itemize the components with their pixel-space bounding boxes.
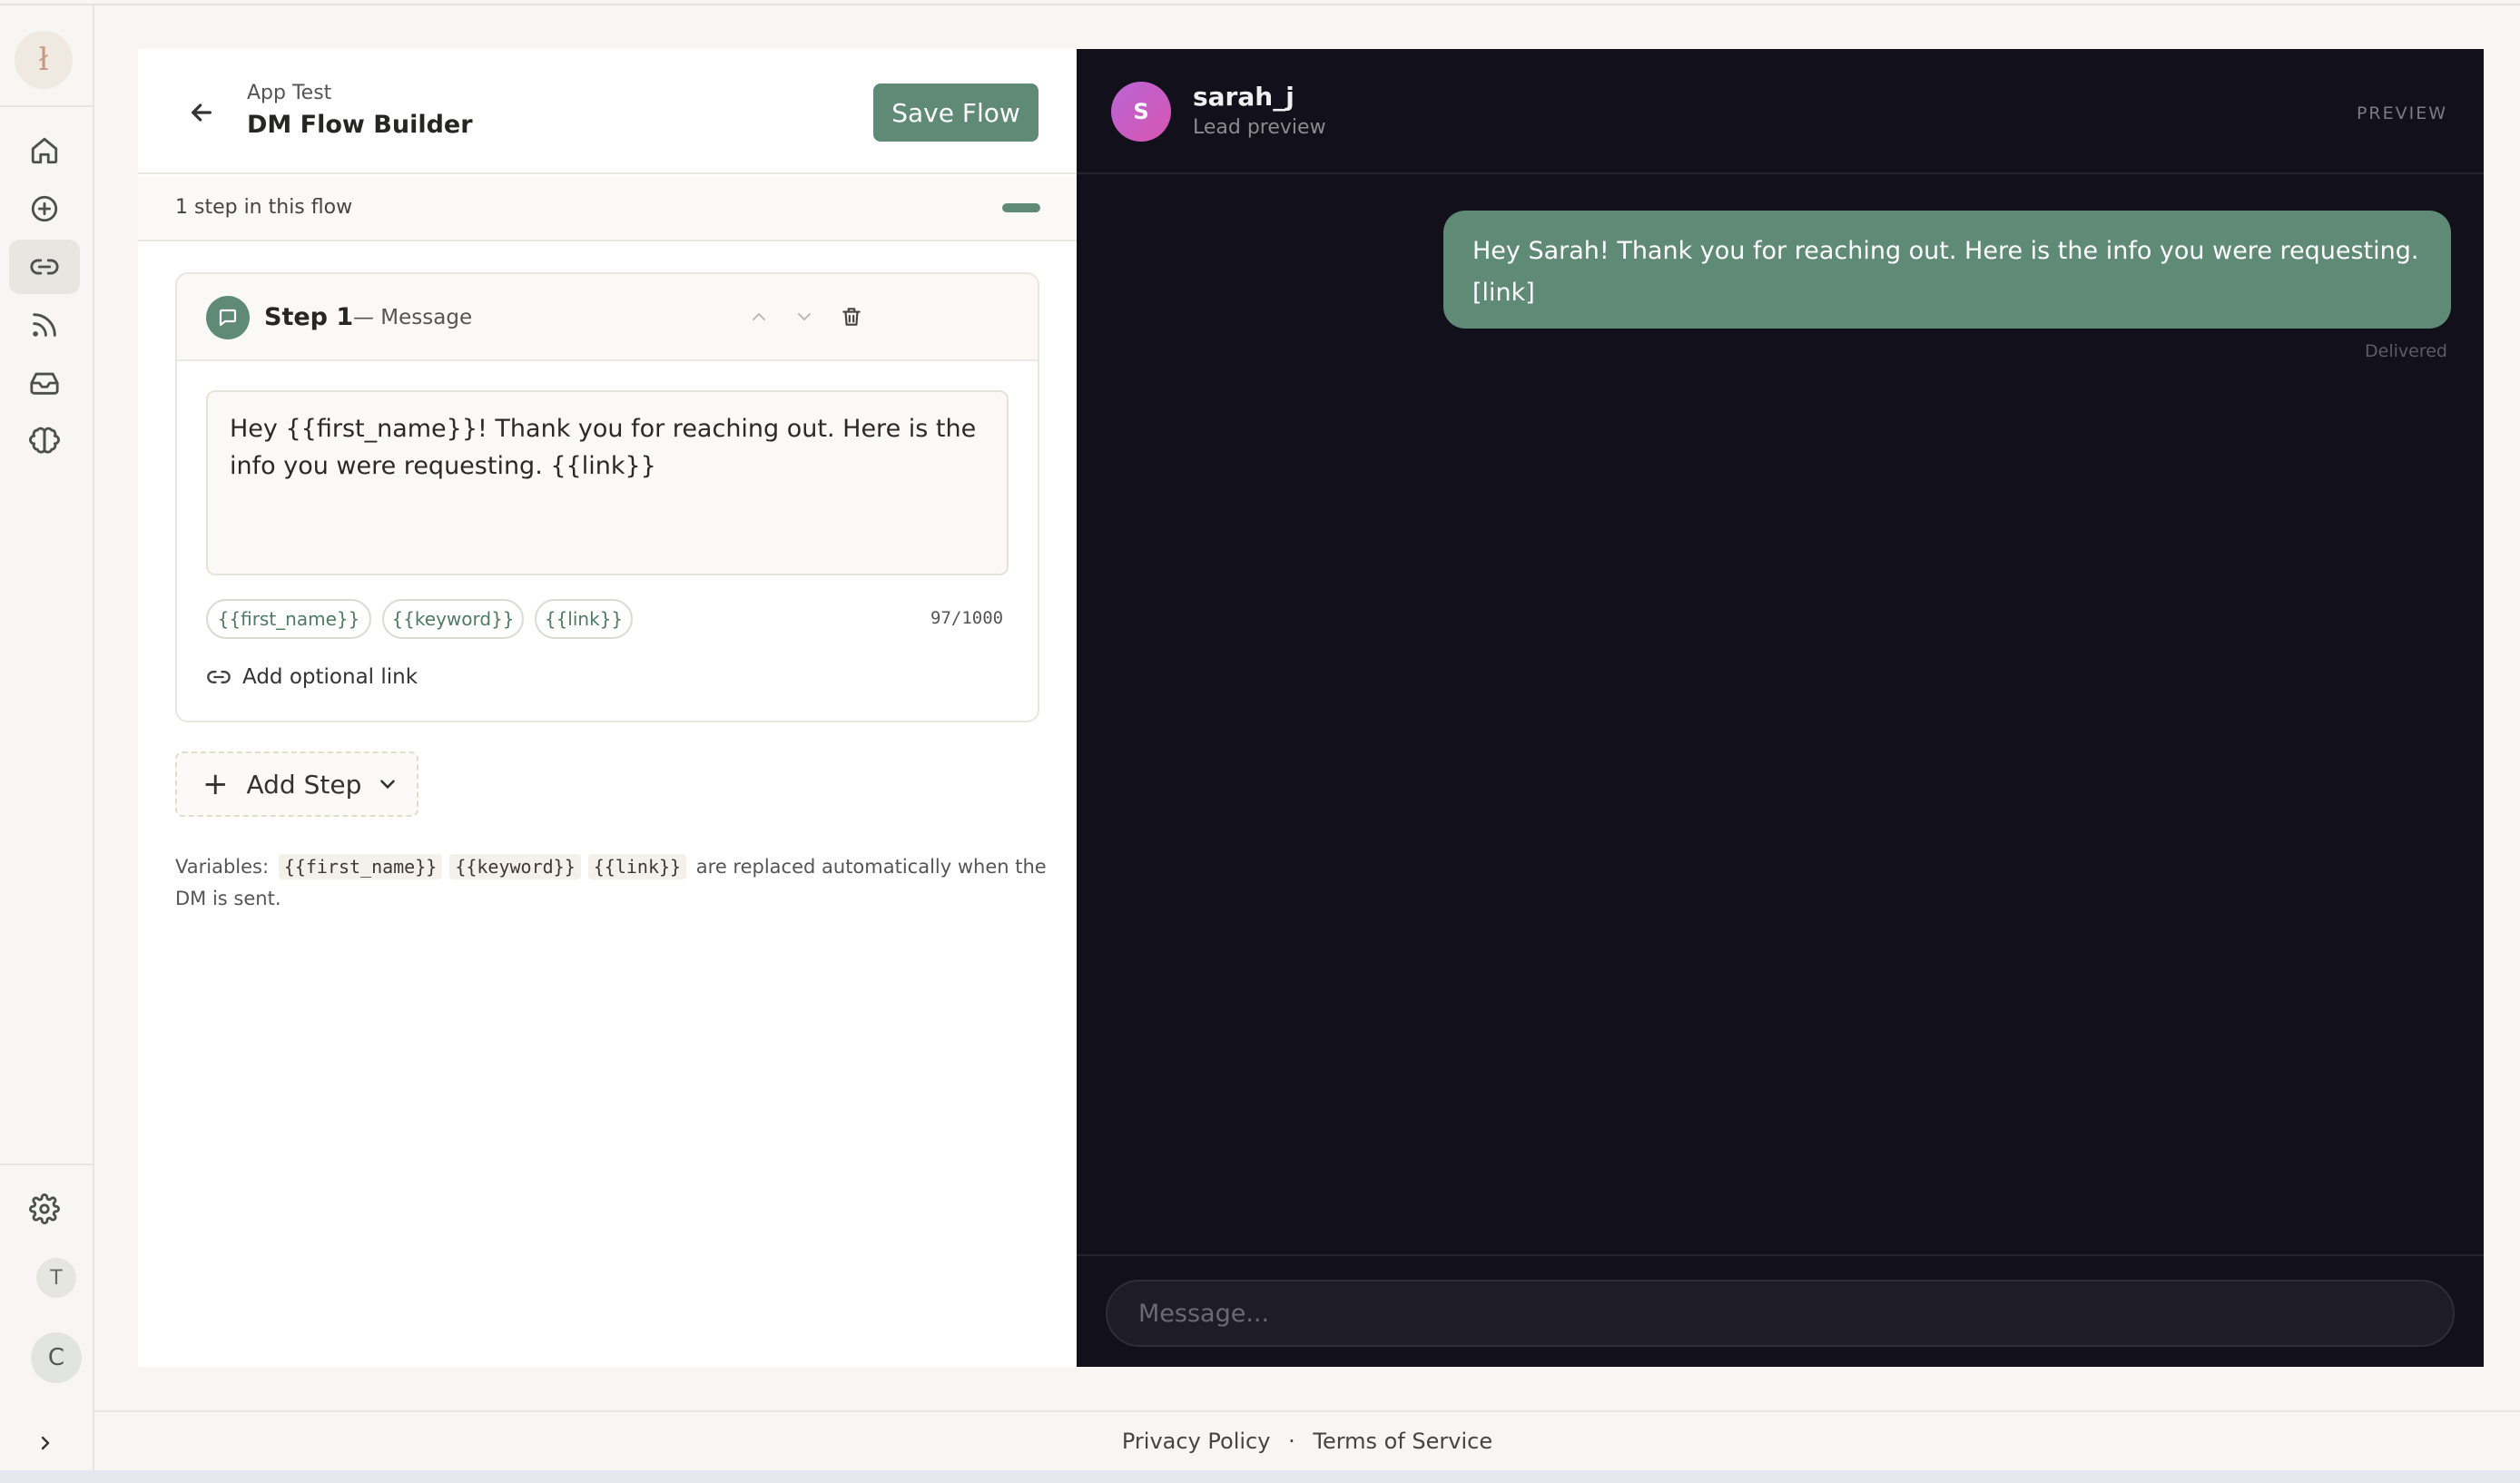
lead-subtitle: Lead preview: [1193, 116, 1326, 139]
add-step-button[interactable]: + Add Step: [175, 751, 418, 817]
step-title: Step 1: [264, 303, 354, 331]
message-icon: [206, 296, 250, 339]
message-input[interactable]: Message...: [1106, 1280, 2455, 1347]
message-bubble: Hey Sarah! Thank you for reaching out. H…: [1443, 211, 2451, 329]
variable-code: {{keyword}}: [449, 854, 581, 879]
rss-icon: [33, 313, 56, 337]
nav-home[interactable]: [9, 123, 80, 178]
chevron-up-icon: [753, 313, 765, 320]
home-icon: [31, 137, 58, 164]
step-header[interactable]: Step 1 — Message: [177, 274, 1038, 361]
back-button[interactable]: [180, 91, 223, 134]
bottom-strip: [0, 1470, 2520, 1483]
inbox-icon: [30, 372, 59, 395]
move-down-button[interactable]: [791, 303, 818, 330]
nav-inbox[interactable]: [9, 356, 80, 410]
move-up-button[interactable]: [745, 303, 773, 330]
plus-icon: +: [202, 766, 229, 802]
nav-flows[interactable]: [9, 240, 80, 294]
expand-sidebar-button[interactable]: [27, 1425, 64, 1461]
link-icon: [30, 259, 59, 275]
top-border: [0, 0, 2520, 5]
builder-header: App Test DM Flow Builder Save Flow: [138, 49, 1077, 174]
trash-icon: [842, 308, 861, 326]
steps-count: 1 step in this flow: [175, 196, 353, 219]
brain-icon: [29, 427, 60, 454]
chevron-down-icon: [798, 313, 811, 320]
variables-help-text: Variables: {{first_name}} {{keyword}} {{li…: [175, 854, 1047, 909]
terms-of-service-link[interactable]: Terms of Service: [1313, 1429, 1492, 1454]
breadcrumb: App Test: [247, 82, 332, 104]
chevron-down-icon: [380, 780, 396, 790]
chevron-right-icon: [41, 1436, 50, 1450]
arrow-left-icon: [192, 103, 212, 122]
rail-divider: [0, 105, 93, 107]
page-title: DM Flow Builder: [247, 111, 473, 139]
nav-feed[interactable]: [9, 298, 80, 352]
user-avatar[interactable]: C: [31, 1332, 82, 1383]
steps-summary-bar: 1 step in this flow: [138, 176, 1077, 241]
preview-label: PREVIEW: [2356, 103, 2447, 123]
variable-chip-keyword[interactable]: {{keyword}}: [382, 599, 524, 639]
nav-settings[interactable]: [9, 1182, 80, 1236]
message-textarea[interactable]: Hey {{first_name}}! Thank you for reachi…: [206, 390, 1009, 575]
preview-composer: Message...: [1077, 1254, 2484, 1367]
flow-builder-panel: App Test DM Flow Builder Save Flow 1 ste…: [138, 49, 1077, 1367]
character-counter: 97/1000: [930, 608, 1004, 628]
nav-ai[interactable]: [9, 414, 80, 468]
preview-header: S sarah_j Lead preview PREVIEW: [1077, 49, 2484, 174]
lead-username: sarah_j: [1193, 82, 1294, 112]
app-logo[interactable]: ł: [15, 31, 73, 89]
gear-icon: [29, 1193, 60, 1224]
team-avatar[interactable]: T: [36, 1258, 76, 1298]
add-optional-link-button[interactable]: Add optional link: [206, 659, 418, 695]
save-flow-button[interactable]: Save Flow: [873, 83, 1039, 142]
plus-circle-icon: [31, 195, 58, 222]
footer-separator: ·: [1288, 1429, 1295, 1454]
rail-divider-bottom: [0, 1164, 93, 1165]
privacy-policy-link[interactable]: Privacy Policy: [1122, 1429, 1271, 1454]
variable-chip-first-name[interactable]: {{first_name}}: [206, 599, 371, 639]
step-type: — Message: [353, 306, 473, 329]
delivery-status: Delivered: [2365, 341, 2447, 361]
link-icon: [207, 671, 231, 683]
step-indicator: [1002, 203, 1040, 212]
sidebar-nav: ł T C: [0, 5, 94, 1483]
variable-chip-link[interactable]: {{link}}: [535, 599, 633, 639]
dm-preview-panel: S sarah_j Lead preview PREVIEW Hey Sarah…: [1077, 49, 2484, 1367]
variable-code: {{link}}: [587, 854, 687, 879]
lead-avatar: S: [1111, 82, 1171, 142]
step-card: Step 1 — Message Hey {{first_name}}! Tha…: [175, 272, 1039, 722]
variable-code: {{first_name}}: [278, 854, 443, 879]
nav-create[interactable]: [9, 182, 80, 236]
delete-step-button[interactable]: [838, 303, 865, 330]
